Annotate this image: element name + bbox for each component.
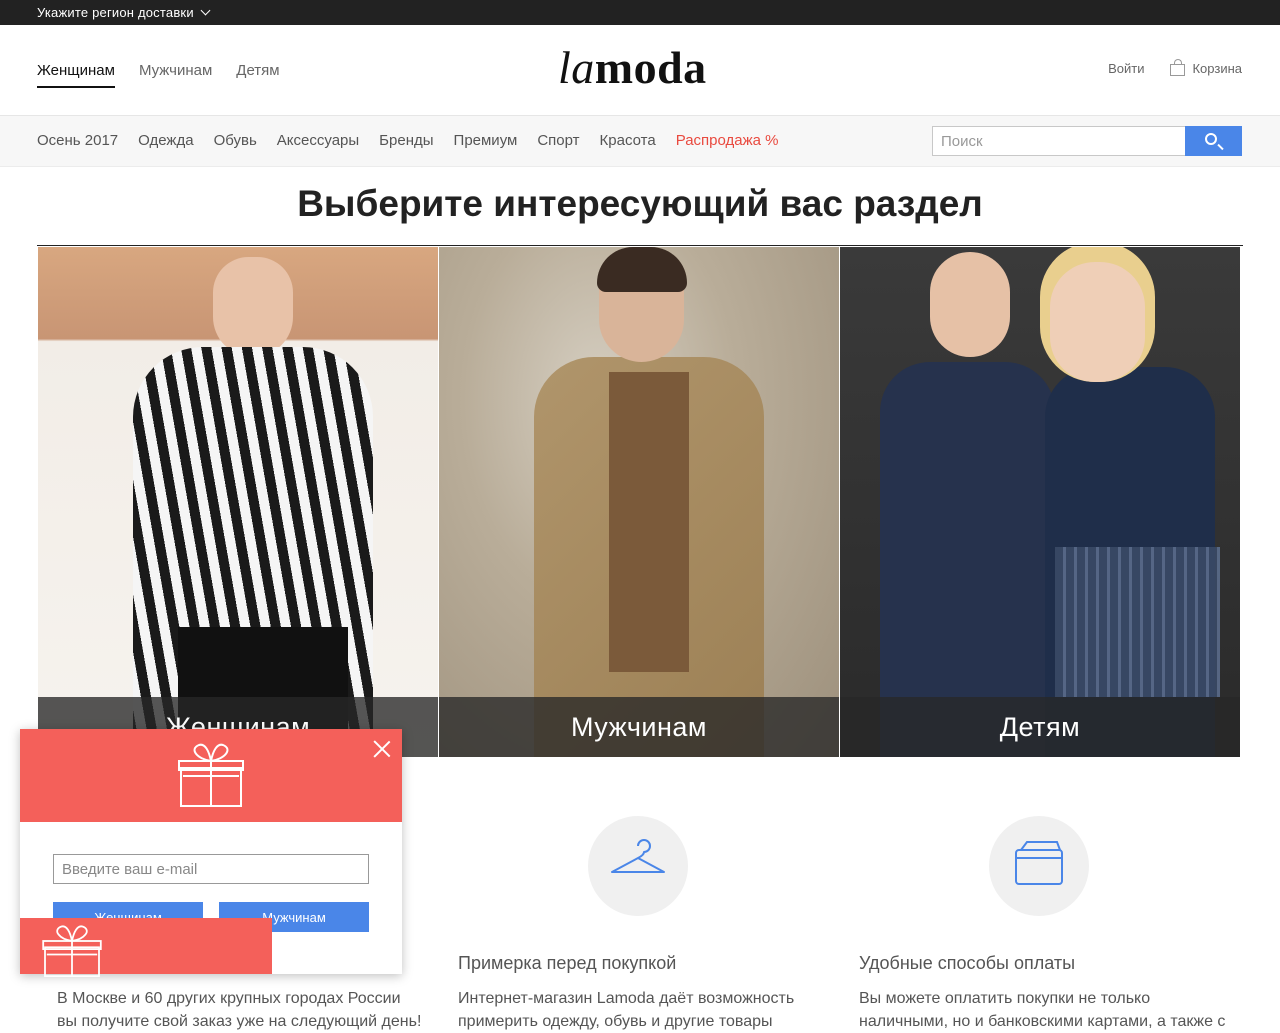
cart-link[interactable]: Корзина — [1170, 58, 1242, 76]
chevron-down-icon — [200, 5, 211, 15]
popup-header — [20, 729, 402, 822]
feature-title: Удобные способы оплаты — [859, 953, 1076, 973]
feature-text-line: наличными, но и банковскими картами, а т… — [859, 1013, 1226, 1030]
nav-item-beauty[interactable]: Красота — [600, 132, 656, 149]
gift-icon — [42, 925, 102, 977]
category-nav: Осень 2017 Одежда Обувь Аксессуары Бренд… — [0, 116, 1280, 167]
gender-tabs: Женщинам Мужчинам Детям — [37, 62, 280, 88]
region-selector[interactable]: Укажите регион доставки — [37, 5, 211, 20]
section-label-men: Мужчинам — [439, 697, 839, 757]
women-photo — [213, 257, 293, 357]
nav-item-clothing[interactable]: Одежда — [138, 132, 193, 149]
nav-item-shoes[interactable]: Обувь — [214, 132, 257, 149]
tab-women[interactable]: Женщинам — [37, 62, 115, 88]
page-title: Выберите интересующий вас раздел — [297, 183, 983, 224]
feature-text-line: В Москве и 60 других крупных городах Рос… — [57, 990, 401, 1007]
feature-text-line: Интернет-магазин Lamoda даёт возможность — [458, 990, 795, 1007]
nav-item-premium[interactable]: Премиум — [454, 132, 518, 149]
search-icon — [1205, 133, 1217, 145]
divider — [37, 245, 1243, 246]
tab-kids[interactable]: Детям — [236, 62, 279, 88]
nav-item-sale[interactable]: Распродажа % — [676, 132, 779, 149]
email-field[interactable] — [53, 854, 369, 884]
cart-label: Корзина — [1192, 61, 1242, 76]
search-input[interactable] — [932, 126, 1185, 156]
feature-title: Примерка перед покупкой — [458, 953, 677, 973]
gift-icon — [178, 743, 244, 807]
login-link[interactable]: Войти — [1108, 61, 1144, 76]
section-card-men[interactable]: Мужчинам — [439, 247, 839, 757]
search-button[interactable] — [1185, 126, 1242, 156]
feature-text-line: вы получите свой заказ уже на следующий … — [57, 1013, 422, 1030]
tab-men[interactable]: Мужчинам — [139, 62, 212, 88]
section-label-kids: Детям — [840, 697, 1240, 757]
header: Женщинам Мужчинам Детям lamoda Войти Кор… — [0, 25, 1280, 116]
feature-text-line: Вы можете оплатить покупки не только — [859, 990, 1151, 1007]
region-label: Укажите регион доставки — [37, 5, 194, 20]
lamoda-logo[interactable]: lamoda — [558, 41, 707, 94]
nav-item-brands[interactable]: Бренды — [379, 132, 433, 149]
shopping-bag-icon — [1170, 58, 1186, 76]
nav-item-accessories[interactable]: Аксессуары — [277, 132, 359, 149]
wallet-icon — [989, 816, 1089, 916]
nav-item-sport[interactable]: Спорт — [537, 132, 579, 149]
section-card-kids[interactable]: Детям — [840, 247, 1240, 757]
nav-item-autumn[interactable]: Осень 2017 — [37, 132, 118, 149]
section-card-women[interactable]: Женщинам — [38, 247, 438, 757]
section-grid: Женщинам Мужчинам Детям — [38, 247, 1240, 757]
feature-text-line: примерить одежду, обувь и другие товары — [458, 1013, 773, 1030]
top-bar: Укажите регион доставки — [0, 0, 1280, 25]
close-icon[interactable] — [372, 739, 392, 759]
search-box — [932, 126, 1242, 156]
account-links: Войти Корзина — [1108, 58, 1242, 76]
hanger-icon — [588, 816, 688, 916]
gift-minimized-button[interactable] — [20, 918, 272, 977]
